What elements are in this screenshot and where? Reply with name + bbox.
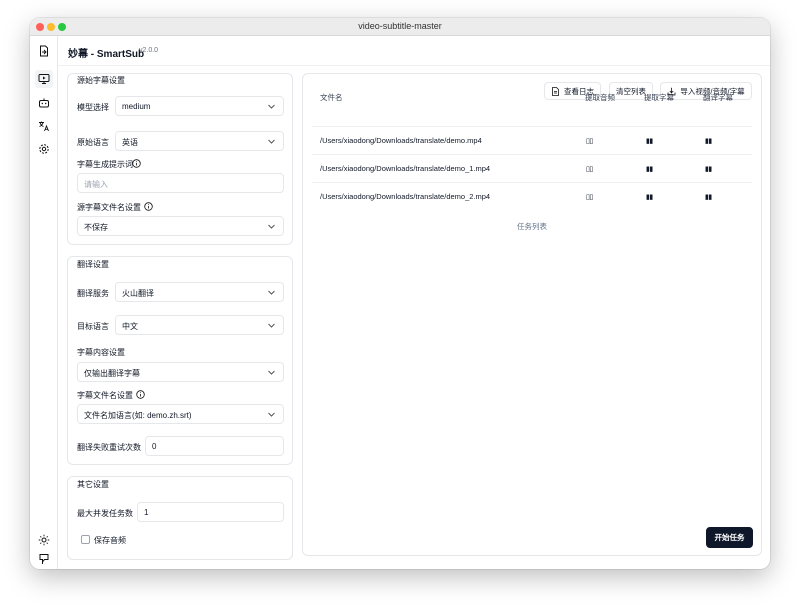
audio-status-icon: ▯▯ — [586, 166, 593, 173]
translate-filename-select[interactable]: 文件名加语言(如: demo.zh.srt) — [77, 404, 284, 424]
task-row-file[interactable]: /Users/xiaodong/Downloads/translate/demo… — [320, 164, 490, 173]
window-title: video-subtitle-master — [358, 21, 442, 31]
settings-gear-icon[interactable] — [37, 142, 51, 156]
app-version: v2.0.0 — [139, 47, 159, 54]
content-select[interactable]: 仅输出翻译字幕 — [77, 362, 284, 382]
prompt-input[interactable]: 请输入 — [77, 173, 284, 193]
source-filename-value: 不保存 — [84, 223, 108, 232]
col-header-subtitle[interactable]: 提取字幕 — [644, 92, 674, 103]
save-audio-checkbox[interactable] — [81, 535, 90, 544]
model-value: medium — [122, 102, 151, 111]
audio-status-icon: ▯▯ — [586, 138, 593, 145]
translate-status-icon: ▮▮ — [705, 138, 712, 145]
sidebar — [30, 36, 58, 569]
subtitle-status-icon: ▮▮ — [646, 166, 653, 173]
clear-list-label: 清空列表 — [616, 86, 646, 96]
chevron-down-icon — [268, 412, 275, 417]
other-settings-title: 其它设置 — [77, 480, 109, 489]
col-header-translate[interactable]: 翻译字幕 — [703, 92, 733, 103]
start-task-label: 开始任务 — [714, 533, 745, 542]
source-lang-label: 原始语言 — [77, 138, 109, 147]
col-header-audio[interactable]: 提取音频 — [585, 92, 615, 103]
model-select[interactable]: medium — [115, 96, 284, 116]
task-panel — [302, 73, 762, 556]
info-icon[interactable] — [136, 390, 145, 399]
concurrency-label: 最大并发任务数 — [77, 509, 133, 518]
monitor-play-icon[interactable] — [35, 70, 53, 88]
chevron-down-icon — [268, 323, 275, 328]
title-bar: video-subtitle-master — [30, 18, 770, 36]
source-settings-title: 源始字幕设置 — [77, 76, 125, 85]
source-filename-label: 源字幕文件名设置 — [77, 203, 141, 212]
chevron-down-icon — [268, 224, 275, 229]
chevron-down-icon — [268, 104, 275, 109]
info-icon[interactable] — [132, 159, 141, 168]
model-label: 模型选择 — [77, 103, 109, 112]
app-title: 妙幕 - SmartSub — [68, 49, 145, 60]
divider — [312, 182, 752, 183]
task-row-file[interactable]: /Users/xiaodong/Downloads/translate/demo… — [320, 136, 482, 145]
translate-status-icon: ▮▮ — [705, 194, 712, 201]
audio-status-icon: ▯▯ — [586, 194, 593, 201]
target-lang-label: 目标语言 — [77, 322, 109, 331]
translate-settings-title: 翻译设置 — [77, 260, 109, 269]
service-select[interactable]: 火山翻译 — [115, 282, 284, 302]
service-label: 翻译服务 — [77, 289, 109, 298]
task-row-file[interactable]: /Users/xiaodong/Downloads/translate/demo… — [320, 192, 490, 201]
github-icon[interactable] — [37, 552, 51, 566]
import-file-icon[interactable] — [37, 44, 51, 58]
translate-status-icon: ▮▮ — [705, 166, 712, 173]
col-header-file[interactable]: 文件名 — [320, 92, 343, 103]
chevron-down-icon — [268, 139, 275, 144]
target-lang-value: 中文 — [122, 322, 138, 331]
prompt-placeholder: 请输入 — [84, 180, 108, 189]
app-header: 妙幕 - SmartSub v2.0.0 — [58, 36, 770, 66]
source-lang-value: 英语 — [122, 138, 138, 147]
prompt-label: 字幕生成提示词 — [77, 160, 133, 169]
start-task-button[interactable]: 开始任务 — [706, 527, 753, 548]
target-lang-select[interactable]: 中文 — [115, 315, 284, 335]
translate-filename-value: 文件名加语言(如: demo.zh.srt) — [84, 411, 192, 420]
log-file-icon — [552, 86, 559, 96]
task-list-caption: 任务列表 — [517, 222, 547, 231]
sun-icon[interactable] — [37, 533, 51, 547]
retry-input[interactable]: 0 — [145, 436, 284, 456]
subtitle-status-icon: ▮▮ — [646, 138, 653, 145]
content-value: 仅输出翻译字幕 — [84, 369, 140, 378]
source-lang-select[interactable]: 英语 — [115, 131, 284, 151]
concurrency-input[interactable]: 1 — [137, 502, 284, 522]
divider — [312, 154, 752, 155]
chevron-down-icon — [268, 370, 275, 375]
concurrency-value: 1 — [144, 508, 149, 517]
retry-label: 翻译失败重试次数 — [77, 443, 141, 452]
chevron-down-icon — [268, 290, 275, 295]
languages-icon[interactable] — [37, 119, 51, 133]
subtitle-status-icon: ▮▮ — [646, 194, 653, 201]
info-icon[interactable] — [144, 202, 153, 211]
bot-icon[interactable] — [37, 96, 51, 110]
divider — [312, 126, 752, 127]
save-audio-label: 保存音频 — [94, 536, 126, 545]
service-value: 火山翻译 — [122, 289, 154, 298]
translate-filename-label: 字幕文件名设置 — [77, 391, 133, 400]
content-label: 字幕内容设置 — [77, 348, 125, 357]
source-filename-select[interactable]: 不保存 — [77, 216, 284, 236]
retry-value: 0 — [152, 442, 157, 451]
